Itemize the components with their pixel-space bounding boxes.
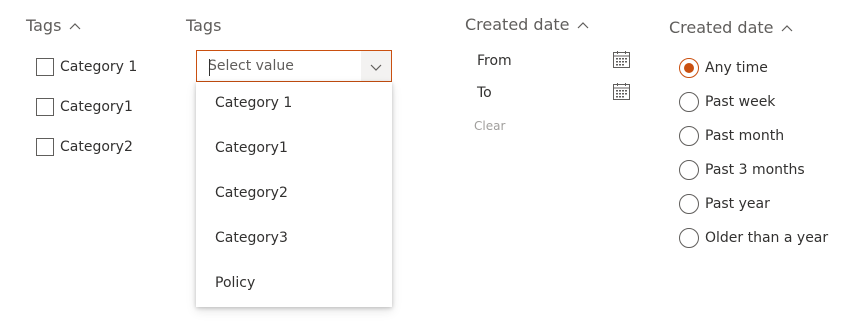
date-preset-option[interactable]: Past year bbox=[679, 194, 770, 214]
date-preset-option[interactable]: Older than a year bbox=[679, 228, 828, 248]
chevron-up-icon bbox=[69, 22, 81, 30]
radio-button[interactable] bbox=[679, 228, 699, 248]
dropdown-option[interactable]: Policy bbox=[215, 275, 255, 291]
created-range-header[interactable]: Created date bbox=[465, 15, 589, 34]
tag-option-label: Category2 bbox=[60, 139, 133, 155]
tag-option-label: Category1 bbox=[60, 99, 133, 115]
tags-search-input[interactable] bbox=[197, 51, 361, 81]
radio-button[interactable] bbox=[679, 194, 699, 214]
tag-option[interactable]: Category1 bbox=[36, 97, 133, 117]
chevron-up-icon bbox=[577, 21, 589, 29]
clear-dates-link[interactable]: Clear bbox=[474, 119, 505, 133]
date-preset-option[interactable]: Past week bbox=[679, 92, 775, 112]
tags-dropdown-menu: Category 1 Category1 Category2 Category3… bbox=[196, 82, 392, 307]
from-date-label: From bbox=[477, 53, 512, 69]
tags-dropdown-title: Tags bbox=[186, 16, 222, 35]
chevron-up-icon bbox=[781, 24, 793, 32]
tags-filter-header[interactable]: Tags bbox=[26, 16, 81, 35]
calendar-icon[interactable] bbox=[613, 83, 630, 104]
tag-option[interactable]: Category2 bbox=[36, 137, 133, 157]
radio-button[interactable] bbox=[679, 126, 699, 146]
dropdown-option[interactable]: Category1 bbox=[215, 140, 288, 156]
tags-filter-title: Tags bbox=[26, 16, 62, 35]
dropdown-option[interactable]: Category2 bbox=[215, 185, 288, 201]
created-range-title: Created date bbox=[465, 15, 570, 34]
date-preset-label: Any time bbox=[705, 60, 768, 76]
date-preset-label: Past week bbox=[705, 94, 776, 110]
dropdown-option[interactable]: Category3 bbox=[215, 230, 288, 246]
date-preset-option[interactable]: Any time bbox=[679, 58, 768, 78]
radio-button[interactable] bbox=[679, 92, 699, 112]
radio-button[interactable] bbox=[679, 160, 699, 180]
date-preset-label: Older than a year bbox=[705, 230, 829, 246]
tags-dropdown-header: Tags bbox=[186, 16, 221, 35]
text-cursor bbox=[209, 59, 210, 76]
date-preset-label: Past year bbox=[705, 196, 770, 212]
tags-combobox[interactable] bbox=[196, 50, 392, 82]
chevron-down-icon bbox=[370, 57, 382, 76]
dropdown-option[interactable]: Category 1 bbox=[215, 95, 292, 111]
checkbox[interactable] bbox=[36, 138, 54, 156]
created-preset-title: Created date bbox=[669, 18, 774, 37]
dropdown-toggle-button[interactable] bbox=[361, 51, 391, 81]
checkbox[interactable] bbox=[36, 98, 54, 116]
date-preset-option[interactable]: Past 3 months bbox=[679, 160, 805, 180]
created-preset-header[interactable]: Created date bbox=[669, 18, 793, 37]
date-preset-label: Past 3 months bbox=[705, 162, 805, 178]
date-preset-option[interactable]: Past month bbox=[679, 126, 784, 146]
tag-option-label: Category 1 bbox=[60, 59, 138, 75]
checkbox[interactable] bbox=[36, 58, 54, 76]
radio-button-selected[interactable] bbox=[679, 58, 699, 78]
calendar-icon[interactable] bbox=[613, 51, 630, 72]
date-preset-label: Past month bbox=[705, 128, 785, 144]
tag-option[interactable]: Category 1 bbox=[36, 57, 137, 77]
to-date-label: To bbox=[477, 85, 492, 101]
